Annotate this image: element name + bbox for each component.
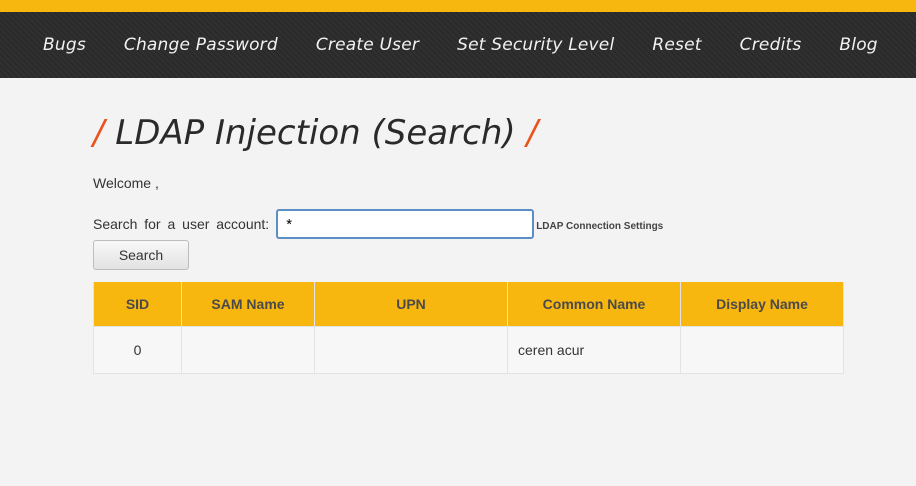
- top-accent-bar: [0, 0, 916, 12]
- title-slash-right: /: [526, 113, 538, 153]
- header-sam-name: SAM Name: [181, 282, 315, 327]
- cell-sam-name: [181, 326, 315, 374]
- ldap-connection-settings-link[interactable]: LDAP Connection Settings: [536, 221, 663, 232]
- search-input[interactable]: [276, 209, 535, 239]
- nav-item-bugs[interactable]: Bugs: [24, 35, 105, 55]
- nav-item-credits[interactable]: Credits: [721, 35, 821, 55]
- main-navbar: Bugs Change Password Create User Set Sec…: [0, 12, 916, 78]
- search-button[interactable]: Search: [93, 240, 189, 270]
- nav-item-create-user[interactable]: Create User: [297, 35, 438, 55]
- header-common-name: Common Name: [507, 282, 681, 327]
- cell-upn: [314, 326, 508, 374]
- table-header-row: SID SAM Name UPN Common Name Display Nam…: [93, 282, 844, 327]
- page-title: / LDAP Injection (Search) /: [93, 108, 916, 158]
- header-upn: UPN: [314, 282, 508, 327]
- nav-item-change-password[interactable]: Change Password: [105, 35, 297, 55]
- cell-common-name: ceren acur: [507, 326, 681, 374]
- results-table: SID SAM Name UPN Common Name Display Nam…: [93, 282, 844, 374]
- welcome-text: Welcome ,: [93, 175, 159, 191]
- cell-display-name: [680, 326, 844, 374]
- search-label: Search for a user account:: [93, 216, 270, 232]
- header-display-name: Display Name: [680, 282, 844, 327]
- page-title-text: LDAP Injection (Search): [115, 113, 516, 153]
- nav-item-set-security-level[interactable]: Set Security Level: [438, 35, 633, 55]
- search-row: Search for a user account: LDAP Connecti…: [93, 209, 916, 239]
- nav-item-reset[interactable]: Reset: [633, 35, 720, 55]
- header-sid: SID: [93, 282, 182, 327]
- table-row: 0 ceren acur: [93, 326, 844, 374]
- nav-item-blog[interactable]: Blog: [820, 35, 896, 55]
- main-content: / LDAP Injection (Search) / Welcome , Se…: [0, 78, 916, 374]
- cell-sid: 0: [93, 326, 182, 374]
- title-slash-left: /: [93, 113, 105, 153]
